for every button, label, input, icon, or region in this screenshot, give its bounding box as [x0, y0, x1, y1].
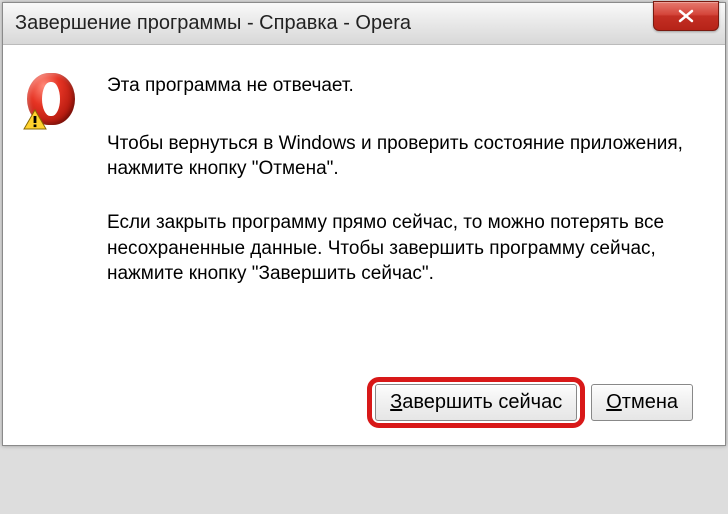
opera-icon: [27, 73, 79, 125]
button-row: Завершить сейчас Отмена: [27, 364, 701, 421]
message-paragraph-2: Если закрыть программу прямо сейчас, то …: [107, 210, 701, 287]
icon-column: [27, 73, 83, 315]
message-paragraph-1: Чтобы вернуться в Windows и проверить со…: [107, 131, 701, 182]
cancel-label: тмена: [622, 391, 678, 413]
dialog-window: Завершение программы - Справка - Opera: [2, 2, 726, 446]
message-heading: Эта программа не отвечает.: [107, 73, 701, 99]
end-now-accel: З: [390, 391, 402, 413]
cancel-accel: О: [606, 391, 622, 413]
warning-overlay-icon: [23, 109, 47, 131]
end-now-label: авершить сейчас: [402, 391, 562, 413]
highlight-annotation: Завершить сейчас: [375, 384, 577, 421]
close-icon: [677, 9, 695, 23]
message-text: Эта программа не отвечает. Чтобы вернуть…: [107, 73, 701, 315]
dialog-content: Эта программа не отвечает. Чтобы вернуть…: [3, 45, 725, 445]
end-now-button[interactable]: Завершить сейчас: [375, 384, 577, 421]
window-title: Завершение программы - Справка - Opera: [15, 12, 411, 35]
cancel-button[interactable]: Отмена: [591, 384, 693, 421]
close-button[interactable]: [653, 1, 719, 31]
message-row: Эта программа не отвечает. Чтобы вернуть…: [27, 73, 701, 315]
titlebar: Завершение программы - Справка - Opera: [3, 3, 725, 45]
